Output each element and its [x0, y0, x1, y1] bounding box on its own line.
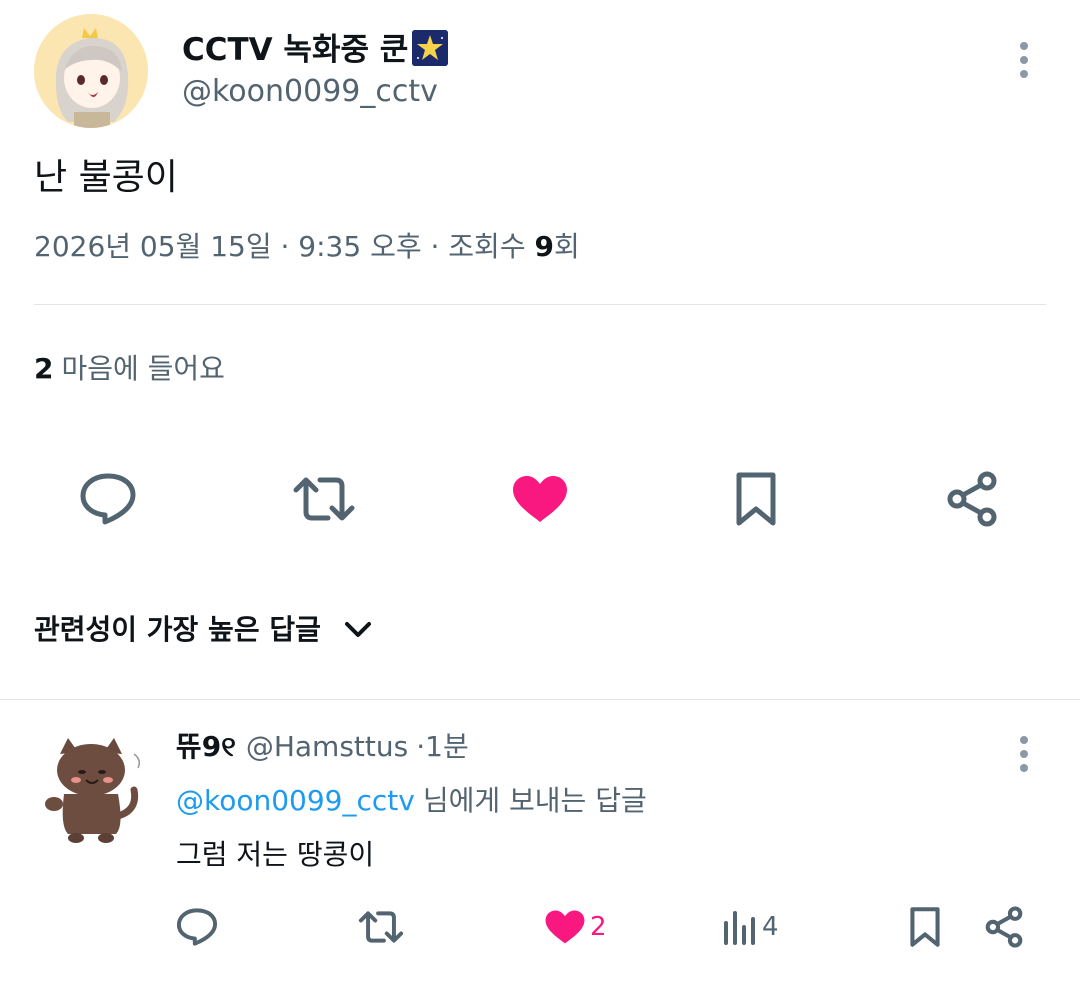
- author-name-text: CCTV 녹화중 쿤: [182, 32, 409, 68]
- reply-analytics-button[interactable]: 4: [722, 903, 779, 951]
- view-count: 9: [534, 230, 554, 263]
- heart-icon: [545, 910, 585, 944]
- reply-retweet-button[interactable]: [358, 903, 404, 951]
- reply-icon: [80, 473, 136, 525]
- chevron-down-icon: [344, 622, 371, 637]
- tweet-date[interactable]: 2026년 05월 15일 · 9:35 오후 · 조회수: [34, 230, 534, 263]
- reply-more-options-button[interactable]: [1008, 734, 1040, 774]
- likes-label: 마음에 들어요: [61, 352, 225, 385]
- tweet-text: 난 불콩이: [34, 157, 178, 198]
- likes-summary[interactable]: 2 마음에 들어요: [34, 350, 225, 388]
- bookmark-icon: [910, 907, 940, 947]
- bookmark-button[interactable]: [722, 465, 790, 533]
- author-handle[interactable]: @koon0099_cctv: [182, 73, 438, 111]
- reply-reply-button[interactable]: [176, 903, 218, 951]
- cat-avatar-image: [34, 730, 154, 850]
- night-star-emoji-icon: [412, 30, 449, 66]
- replying-to: @koon0099_cctv 님에게 보내는 답글: [176, 782, 647, 820]
- share-icon: [947, 471, 997, 527]
- retweet-button[interactable]: [290, 465, 358, 533]
- reply-author-avatar[interactable]: [34, 730, 154, 850]
- replying-to-label: 님에게 보내는 답글: [422, 784, 647, 817]
- divider: [0, 699, 1080, 700]
- bookmark-icon: [736, 472, 776, 526]
- share-icon: [985, 906, 1023, 948]
- anime-avatar-image: [34, 14, 148, 128]
- tweet-meta: 2026년 05월 15일 · 9:35 오후 · 조회수 9회: [34, 228, 580, 266]
- reply-share-button[interactable]: [984, 903, 1024, 951]
- more-options-button[interactable]: [1008, 40, 1040, 80]
- analytics-icon: [724, 911, 755, 945]
- retweet-icon: [358, 911, 404, 943]
- reply-header: 뜌9୧ @Hamsttus ·1분: [176, 728, 469, 766]
- reply-sort-dropdown[interactable]: 관련성이 가장 높은 답글: [34, 610, 373, 650]
- reply-button[interactable]: [74, 465, 142, 533]
- reply-bookmark-button[interactable]: [908, 903, 942, 951]
- reply-like-button[interactable]: 2: [544, 903, 607, 951]
- reply-text: 그럼 저는 땅콩이: [176, 838, 375, 871]
- reply-icon: [176, 908, 218, 946]
- sort-label: 관련성이 가장 높은 답글: [34, 613, 321, 646]
- likes-count: 2: [34, 352, 54, 385]
- reply-view-count: 4: [762, 912, 779, 942]
- author-name[interactable]: CCTV 녹화중 쿤: [182, 30, 449, 69]
- reply-author-name[interactable]: 뜌9୧: [176, 730, 236, 763]
- more-vert-icon: [1020, 42, 1028, 78]
- reply-separator: ·: [416, 730, 426, 763]
- divider: [34, 304, 1046, 305]
- reply-time[interactable]: 1분: [425, 730, 469, 763]
- retweet-icon: [293, 477, 355, 521]
- more-vert-icon: [1020, 736, 1028, 772]
- reply-like-count: 2: [590, 912, 607, 942]
- like-button[interactable]: [506, 465, 574, 533]
- reply-author-handle[interactable]: @Hamsttus: [246, 730, 408, 763]
- author-avatar[interactable]: [34, 14, 148, 128]
- heart-icon: [513, 476, 567, 522]
- view-suffix: 회: [553, 230, 580, 263]
- share-button[interactable]: [938, 465, 1006, 533]
- reply-mention-link[interactable]: @koon0099_cctv: [176, 784, 415, 817]
